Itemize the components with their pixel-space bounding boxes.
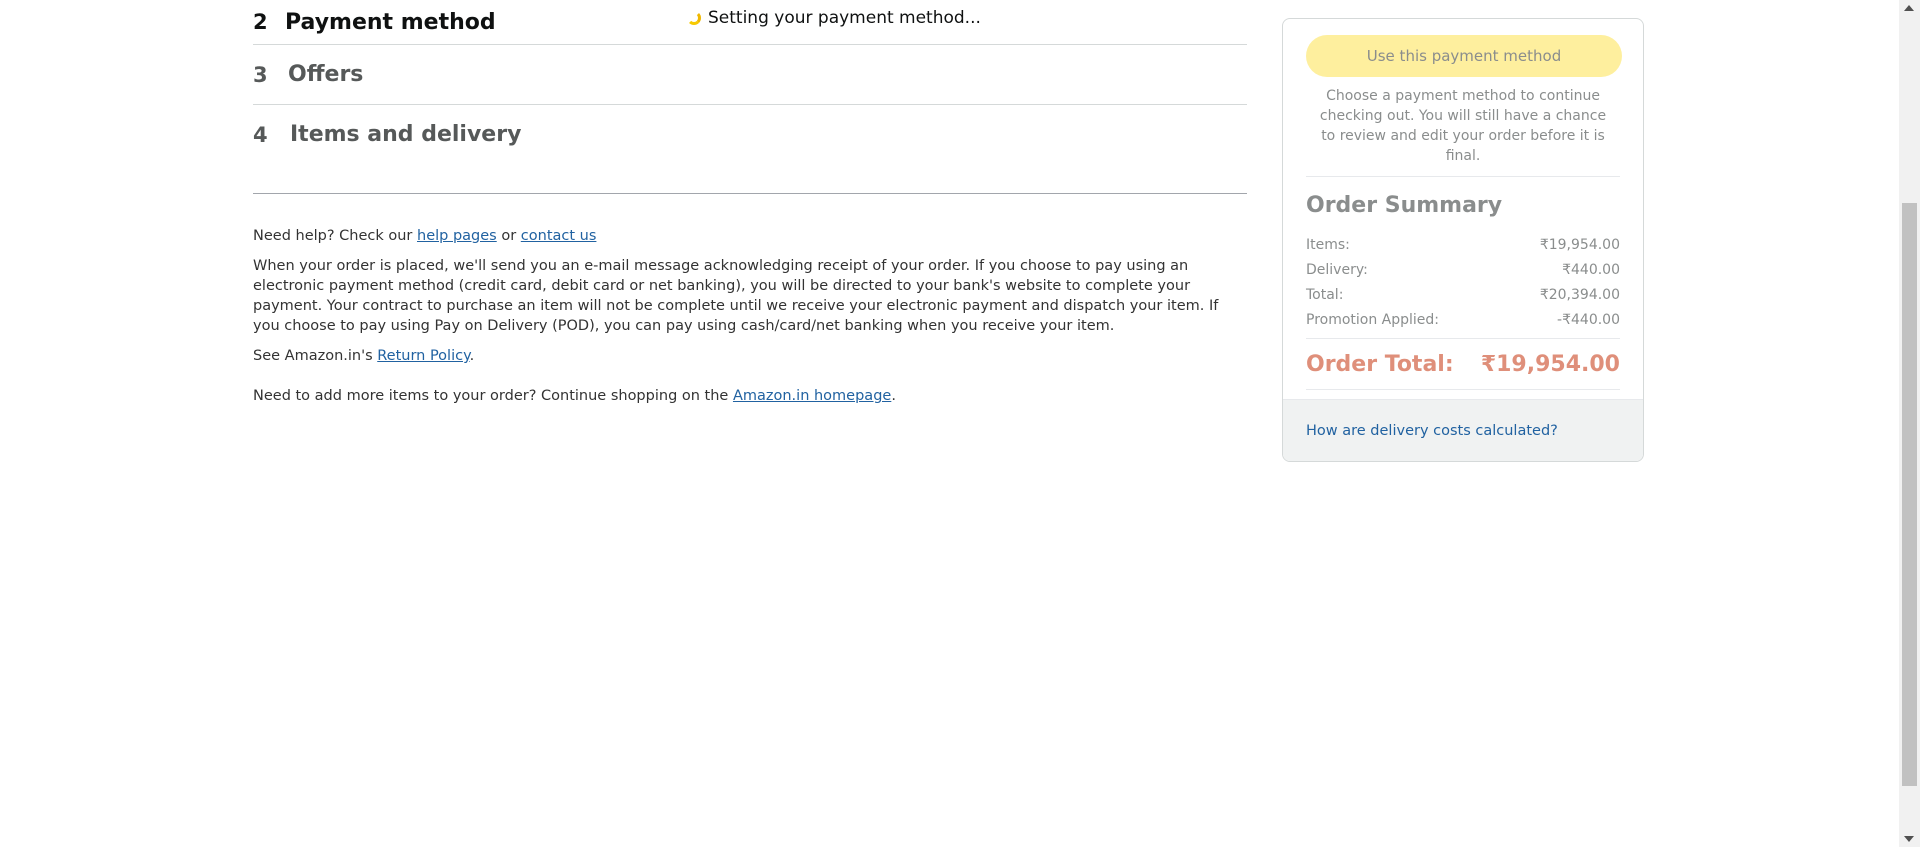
delivery-costs-link[interactable]: How are delivery costs calculated? <box>1306 423 1558 439</box>
step-number: 2 <box>253 10 268 34</box>
return-prefix: See Amazon.in's <box>253 348 378 364</box>
help-pages-link[interactable]: help pages <box>417 228 497 244</box>
divider <box>253 193 1247 194</box>
contact-us-link[interactable]: contact us <box>521 228 597 244</box>
summary-row-total: Total: ₹20,394.00 <box>1306 282 1620 307</box>
loading-spinner-icon <box>687 11 701 25</box>
order-total-label: Order Total: <box>1306 351 1454 377</box>
help-prefix: Need help? Check our <box>253 228 417 244</box>
scrollbar-thumb[interactable] <box>1902 203 1917 786</box>
step-number: 3 <box>253 62 268 87</box>
step-offers[interactable]: 3 Offers <box>253 45 1247 105</box>
help-or: or <box>496 228 521 244</box>
step-title: Offers <box>288 62 364 87</box>
payment-note: Choose a payment method to continue chec… <box>1306 77 1620 177</box>
payment-status: Setting your payment method... <box>687 8 981 28</box>
row-value: ₹440.00 <box>1562 261 1620 278</box>
order-summary-box: Use this payment method Choose a payment… <box>1282 18 1644 462</box>
scroll-down-arrow-icon[interactable] <box>1904 836 1914 842</box>
continue-period: . <box>891 388 896 404</box>
row-label: Promotion Applied: <box>1306 311 1440 328</box>
help-section: Need help? Check our help pages or conta… <box>253 226 1247 406</box>
row-label: Delivery: <box>1306 261 1368 278</box>
continue-prefix: Need to add more items to your order? Co… <box>253 388 733 404</box>
order-summary-title: Order Summary <box>1306 193 1503 218</box>
amazon-homepage-link[interactable]: Amazon.in homepage <box>733 388 891 404</box>
continue-shopping-line: Need to add more items to your order? Co… <box>253 386 1247 406</box>
step-items-delivery[interactable]: 4 Items and delivery <box>253 105 1247 164</box>
use-payment-method-button[interactable]: Use this payment method <box>1306 35 1622 77</box>
return-policy-line: See Amazon.in's Return Policy. <box>253 346 1247 366</box>
row-value: ₹19,954.00 <box>1539 236 1620 253</box>
step-title: Payment method <box>285 9 496 35</box>
summary-row-delivery: Delivery: ₹440.00 <box>1306 257 1620 282</box>
status-text: Setting your payment method... <box>708 8 981 28</box>
row-value: -₹440.00 <box>1557 311 1620 328</box>
step-payment-method[interactable]: 2 Payment method Setting your payment me… <box>253 0 1247 45</box>
scroll-up-arrow-icon[interactable] <box>1904 5 1914 11</box>
summary-row-items: Items: ₹19,954.00 <box>1306 232 1620 257</box>
summary-row-promotion: Promotion Applied: -₹440.00 <box>1306 307 1620 332</box>
vertical-scrollbar[interactable] <box>1899 0 1920 847</box>
checkout-main: 2 Payment method Setting your payment me… <box>253 0 1247 416</box>
help-line: Need help? Check our help pages or conta… <box>253 226 1247 246</box>
order-info-paragraph: When your order is placed, we'll send yo… <box>253 258 1219 334</box>
order-total-value: ₹19,954.00 <box>1480 351 1620 377</box>
summary-footer: How are delivery costs calculated? <box>1283 399 1643 461</box>
summary-rows: Items: ₹19,954.00 Delivery: ₹440.00 Tota… <box>1306 232 1620 339</box>
row-value: ₹20,394.00 <box>1539 286 1620 303</box>
order-total-row: Order Total: ₹19,954.00 <box>1306 339 1620 390</box>
row-label: Items: <box>1306 236 1350 253</box>
return-period: . <box>469 348 475 364</box>
step-title: Items and delivery <box>290 122 522 147</box>
row-label: Total: <box>1306 286 1344 303</box>
step-number: 4 <box>253 122 268 147</box>
return-policy-link[interactable]: Return Policy <box>377 348 469 364</box>
